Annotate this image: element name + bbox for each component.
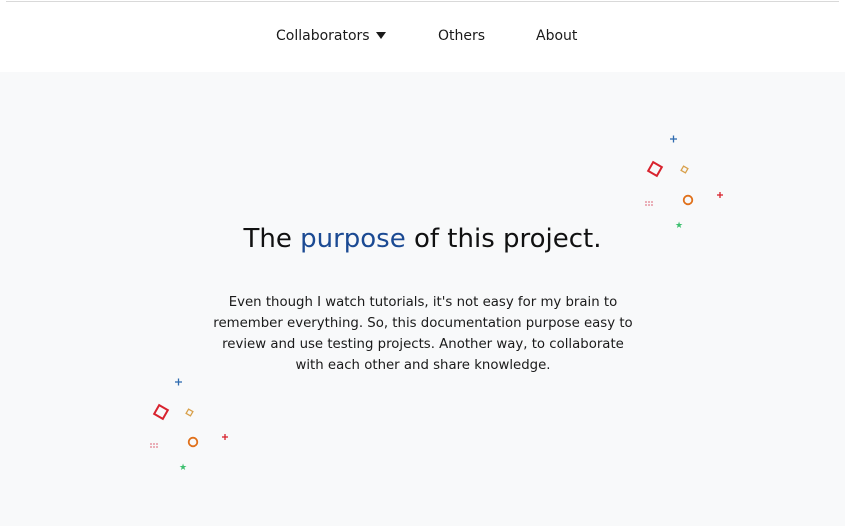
diamond-icon	[185, 408, 194, 417]
star-icon: ★	[179, 463, 187, 472]
plus-icon	[717, 192, 723, 198]
ring-icon	[187, 436, 199, 448]
plus-icon	[670, 135, 677, 143]
hero-title-accent: purpose	[300, 224, 406, 254]
top-navigation: Collaborators Others About	[0, 2, 845, 72]
plus-icon	[222, 434, 228, 440]
hero-title-end: of this project.	[405, 224, 602, 254]
confetti-decoration-top-right: ★	[645, 135, 723, 230]
nav-item-label: Others	[438, 28, 486, 44]
nav-item-label: Collaborators	[276, 28, 370, 44]
caret-down-icon	[375, 32, 386, 39]
hero-section: ★ ★ The purpose of this project. Even th…	[0, 72, 845, 526]
dots-icon	[150, 443, 158, 448]
nav-item-collaborators[interactable]: Collaborators	[276, 28, 386, 44]
confetti-decoration-bottom-left: ★	[150, 378, 228, 472]
dots-icon	[645, 201, 653, 206]
nav-item-about[interactable]: About	[536, 28, 577, 44]
plus-icon	[175, 378, 182, 386]
hero-description: Even though I watch tutorials, it's not …	[213, 295, 633, 373]
diamond-icon	[680, 165, 689, 174]
nav-item-others[interactable]: Others	[438, 28, 485, 44]
nav-item-label: About	[536, 28, 578, 44]
hero-title: The purpose of this project.	[0, 224, 845, 254]
diamond-icon	[646, 160, 664, 178]
hero-title-start: The	[243, 224, 301, 254]
page: Collaborators Others About ★ ★ The purpo…	[0, 0, 845, 530]
ring-icon	[682, 194, 694, 206]
diamond-icon	[152, 403, 170, 421]
